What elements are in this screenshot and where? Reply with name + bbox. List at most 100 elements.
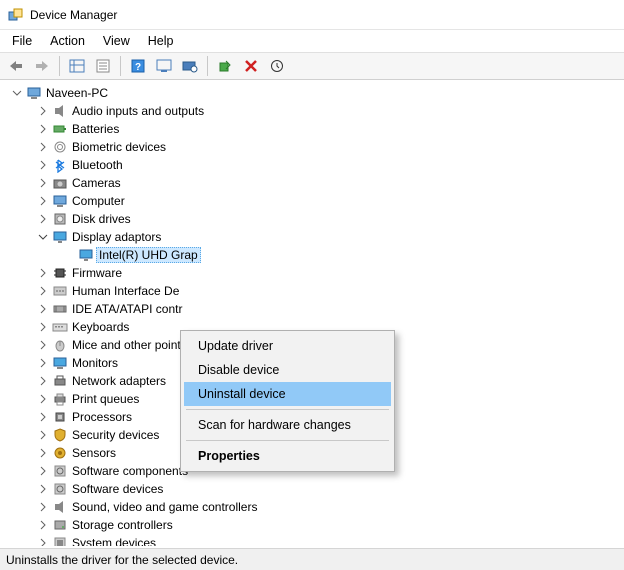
tree-category[interactable]: Human Interface De	[4, 282, 624, 300]
tree-category[interactable]: Computer	[4, 192, 624, 210]
expander-icon[interactable]	[10, 86, 24, 100]
toolbar-properties[interactable]	[91, 55, 115, 77]
chevron-right-icon[interactable]	[36, 302, 50, 316]
chevron-right-icon[interactable]	[36, 410, 50, 424]
computer-icon	[26, 85, 42, 101]
tree-category[interactable]: Display adaptors	[4, 228, 624, 246]
hid-icon	[52, 283, 68, 299]
toolbar-separator	[120, 56, 121, 76]
context-properties[interactable]: Properties	[184, 444, 391, 468]
chevron-right-icon[interactable]	[36, 464, 50, 478]
tree-device-label: Intel(R) UHD Grap	[96, 247, 201, 263]
menu-file[interactable]: File	[4, 32, 40, 50]
monitor-icon	[52, 355, 68, 371]
chevron-right-icon[interactable]	[36, 392, 50, 406]
tree-category[interactable]: Biometric devices	[4, 138, 624, 156]
tree-category[interactable]: Batteries	[4, 120, 624, 138]
cpu-icon	[52, 409, 68, 425]
software-icon	[52, 463, 68, 479]
chevron-right-icon[interactable]	[36, 284, 50, 298]
tree-category-label: Bluetooth	[72, 158, 123, 172]
tree-category-label: Display adaptors	[72, 230, 161, 244]
tree-category[interactable]: Storage controllers	[4, 516, 624, 534]
chevron-right-icon[interactable]	[36, 536, 50, 546]
sensor-icon	[52, 445, 68, 461]
toolbar-update-driver[interactable]	[152, 55, 176, 77]
chevron-right-icon[interactable]	[36, 104, 50, 118]
chevron-right-icon[interactable]	[36, 266, 50, 280]
chip-icon	[52, 265, 68, 281]
tree-category[interactable]: Audio inputs and outputs	[4, 102, 624, 120]
tree-category[interactable]: Firmware	[4, 264, 624, 282]
tree-category-label: Firmware	[72, 266, 122, 280]
tree-category-label: Software components	[72, 464, 188, 478]
context-separator	[186, 409, 389, 410]
toolbar-scan-hardware[interactable]	[178, 55, 202, 77]
menu-help[interactable]: Help	[140, 32, 182, 50]
tree-category-label: Mice and other point	[72, 338, 181, 352]
tree-category[interactable]: Cameras	[4, 174, 624, 192]
chevron-right-icon[interactable]	[36, 320, 50, 334]
tree-category[interactable]: System devices	[4, 534, 624, 546]
chevron-right-icon[interactable]	[36, 482, 50, 496]
tree-category-label: Security devices	[72, 428, 159, 442]
tree-category-label: Disk drives	[72, 212, 131, 226]
tree-category-label: Biometric devices	[72, 140, 166, 154]
tree-category[interactable]: Sound, video and game controllers	[4, 498, 624, 516]
tree-category-label: Human Interface De	[72, 284, 179, 298]
chevron-right-icon[interactable]	[36, 194, 50, 208]
toolbar-refresh[interactable]	[265, 55, 289, 77]
toolbar-help[interactable]: ?	[126, 55, 150, 77]
context-update-driver[interactable]: Update driver	[184, 334, 391, 358]
chevron-right-icon[interactable]	[36, 176, 50, 190]
chevron-right-icon[interactable]	[36, 140, 50, 154]
ide-icon	[52, 301, 68, 317]
tree-category-label: IDE ATA/ATAPI contr	[72, 302, 182, 316]
svg-text:?: ?	[135, 62, 141, 73]
chevron-right-icon[interactable]	[36, 158, 50, 172]
menu-action[interactable]: Action	[42, 32, 93, 50]
context-disable-device[interactable]: Disable device	[184, 358, 391, 382]
status-text: Uninstalls the driver for the selected d…	[6, 553, 238, 567]
chevron-right-icon[interactable]	[36, 518, 50, 532]
tree-root-label: Naveen-PC	[46, 86, 108, 100]
tree-category[interactable]: Software devices	[4, 480, 624, 498]
speaker-icon	[52, 103, 68, 119]
context-scan-hardware[interactable]: Scan for hardware changes	[184, 413, 391, 437]
chevron-right-icon[interactable]	[36, 122, 50, 136]
toolbar-enable[interactable]	[213, 55, 237, 77]
chevron-right-icon[interactable]	[36, 428, 50, 442]
chevron-right-icon[interactable]	[36, 356, 50, 370]
toolbar-show-hidden[interactable]	[65, 55, 89, 77]
context-separator	[186, 440, 389, 441]
disk-icon	[52, 211, 68, 227]
tree-category-label: System devices	[72, 536, 156, 546]
back-button[interactable]	[4, 55, 28, 77]
status-bar: Uninstalls the driver for the selected d…	[0, 548, 624, 570]
chevron-down-icon[interactable]	[36, 230, 50, 244]
title-bar: Device Manager	[0, 0, 624, 30]
bluetooth-icon	[52, 157, 68, 173]
toolbar-uninstall[interactable]	[239, 55, 263, 77]
security-icon	[52, 427, 68, 443]
toolbar-separator	[207, 56, 208, 76]
context-uninstall-device[interactable]: Uninstall device	[184, 382, 391, 406]
chevron-right-icon[interactable]	[36, 212, 50, 226]
tree-root[interactable]: Naveen-PC	[4, 84, 624, 102]
menu-bar: File Action View Help	[0, 30, 624, 52]
tree-category-label: Processors	[72, 410, 132, 424]
chevron-right-icon[interactable]	[36, 500, 50, 514]
chevron-right-icon[interactable]	[36, 446, 50, 460]
device-tree[interactable]: Naveen-PC Audio inputs and outputsBatter…	[0, 80, 624, 546]
tree-device[interactable]: Intel(R) UHD Grap	[4, 246, 624, 264]
menu-view[interactable]: View	[95, 32, 138, 50]
forward-button[interactable]	[30, 55, 54, 77]
chevron-right-icon[interactable]	[36, 374, 50, 388]
storage-icon	[52, 517, 68, 533]
tree-category[interactable]: Disk drives	[4, 210, 624, 228]
chevron-right-icon[interactable]	[36, 338, 50, 352]
app-icon	[8, 7, 24, 23]
tree-category[interactable]: IDE ATA/ATAPI contr	[4, 300, 624, 318]
tree-category[interactable]: Bluetooth	[4, 156, 624, 174]
keyboard-icon	[52, 319, 68, 335]
